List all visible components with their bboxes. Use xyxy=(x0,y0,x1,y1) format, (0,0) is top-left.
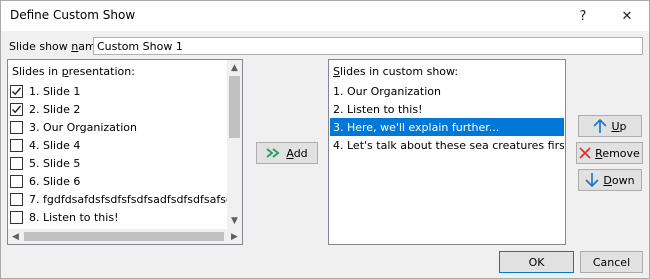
checkbox-unchecked[interactable] xyxy=(10,174,23,188)
slides-in-presentation-list[interactable]: Slides in presentation: 1. Slide 1 2. Sli… xyxy=(7,59,243,245)
cancel-button[interactable]: Cancel xyxy=(580,251,643,273)
add-access-key: A xyxy=(286,146,294,160)
remove-label-rest: emove xyxy=(602,146,640,160)
presentation-slide-row[interactable]: 6. Slide 6 xyxy=(10,172,230,190)
checkbox-checked[interactable] xyxy=(10,84,23,98)
vertical-scroll-thumb[interactable] xyxy=(229,76,240,138)
arrow-down-icon xyxy=(585,172,599,188)
left-heading-pre: Slides in xyxy=(12,65,62,78)
down-access-key: D xyxy=(603,173,612,187)
close-button[interactable]: ✕ xyxy=(607,1,647,31)
scroll-left-arrow-icon[interactable]: ◀ xyxy=(8,229,23,244)
horizontal-scrollbar[interactable]: ◀ ▶ xyxy=(8,229,242,244)
presentation-slide-row[interactable]: 1. Slide 1 xyxy=(10,82,230,100)
left-heading-post: resentation: xyxy=(68,65,135,78)
help-button[interactable]: ? xyxy=(563,1,603,31)
double-chevron-right-icon xyxy=(266,148,282,158)
scroll-down-arrow-icon[interactable]: ▼ xyxy=(227,213,242,228)
up-access-key: U xyxy=(611,119,620,133)
define-custom-show-dialog: Define Custom Show ? ✕ Slide show name: … xyxy=(0,0,650,279)
presentation-slide-row[interactable]: 2. Slide 2 xyxy=(10,100,230,118)
remove-button[interactable]: Remove xyxy=(576,142,643,164)
down-button-label: Down xyxy=(603,174,634,187)
slide-show-name-input[interactable] xyxy=(93,37,643,55)
name-label-pre: Slide show xyxy=(9,40,72,53)
custom-show-slide-row[interactable]: 3. Here, we'll explain further... xyxy=(330,118,564,136)
checkbox-unchecked[interactable] xyxy=(10,210,23,224)
right-heading-access-key: S xyxy=(333,65,340,78)
custom-show-slide-row[interactable]: 1. Our Organization xyxy=(330,82,564,100)
presentation-slide-row[interactable]: 8. Listen to this! xyxy=(10,208,230,226)
checkmark-icon xyxy=(12,105,22,113)
presentation-slide-label: 5. Slide 5 xyxy=(29,156,81,170)
slides-in-custom-show-heading: Slides in custom show: xyxy=(333,65,458,78)
slides-in-custom-show-list[interactable]: Slides in custom show: 1. Our Organizati… xyxy=(328,59,566,245)
checkbox-unchecked[interactable] xyxy=(10,192,23,206)
presentation-slide-label: 6. Slide 6 xyxy=(29,174,81,188)
custom-show-slide-row[interactable]: 2. Listen to this! xyxy=(330,100,564,118)
remove-button-label: Remove xyxy=(595,147,640,160)
add-label-rest: dd xyxy=(293,146,308,160)
up-button-label: Up xyxy=(611,120,626,133)
slide-show-name-label: Slide show name: xyxy=(9,40,106,53)
slides-in-presentation-heading: Slides in presentation: xyxy=(12,65,135,78)
presentation-slide-row[interactable]: 3. Our Organization xyxy=(10,118,230,136)
ok-button[interactable]: OK xyxy=(499,251,574,273)
down-button[interactable]: Down xyxy=(578,169,642,191)
vertical-scrollbar[interactable]: ▲ ▼ xyxy=(227,60,242,229)
presentation-slide-row[interactable]: 7. fgdfdsafdsfsdfsfsdfsadfsdfsdfsafsdfsd… xyxy=(10,190,230,208)
up-label-rest: p xyxy=(619,119,627,133)
up-button[interactable]: Up xyxy=(578,115,642,137)
add-button[interactable]: Add xyxy=(256,142,318,164)
horizontal-scroll-thumb[interactable] xyxy=(24,232,224,241)
presentation-slide-label: 4. Slide 4 xyxy=(29,138,81,152)
add-button-label: Add xyxy=(286,147,307,160)
down-label-rest: own xyxy=(611,173,635,187)
red-x-icon xyxy=(579,147,591,159)
presentation-slide-label: 8. Listen to this! xyxy=(29,210,119,224)
presentation-slide-label: 1. Slide 1 xyxy=(29,84,81,98)
checkbox-unchecked[interactable] xyxy=(10,156,23,170)
checkbox-checked[interactable] xyxy=(10,102,23,116)
arrow-up-icon xyxy=(593,118,608,134)
scroll-right-arrow-icon[interactable]: ▶ xyxy=(227,229,242,244)
presentation-slide-row[interactable]: 4. Slide 4 xyxy=(10,136,230,154)
presentation-slide-row[interactable]: 5. Slide 5 xyxy=(10,154,230,172)
checkbox-unchecked[interactable] xyxy=(10,120,23,134)
right-heading-post: lides in custom show: xyxy=(339,65,459,78)
presentation-slide-label: 7. fgdfdsafdsfsdfsfsdfsadfsdfsdfsafsdfsd… xyxy=(29,192,230,206)
checkmark-icon xyxy=(12,87,22,95)
scroll-up-arrow-icon[interactable]: ▲ xyxy=(227,60,242,75)
presentation-slide-label: 3. Our Organization xyxy=(29,120,137,134)
checkbox-unchecked[interactable] xyxy=(10,138,23,152)
presentation-slide-label: 2. Slide 2 xyxy=(29,102,81,116)
left-heading-access-key: p xyxy=(61,65,69,78)
custom-show-slide-row[interactable]: 4. Let's talk about these sea creatures … xyxy=(330,136,564,154)
title-bar: Define Custom Show ? ✕ xyxy=(1,1,649,31)
dialog-title: Define Custom Show xyxy=(10,8,136,22)
